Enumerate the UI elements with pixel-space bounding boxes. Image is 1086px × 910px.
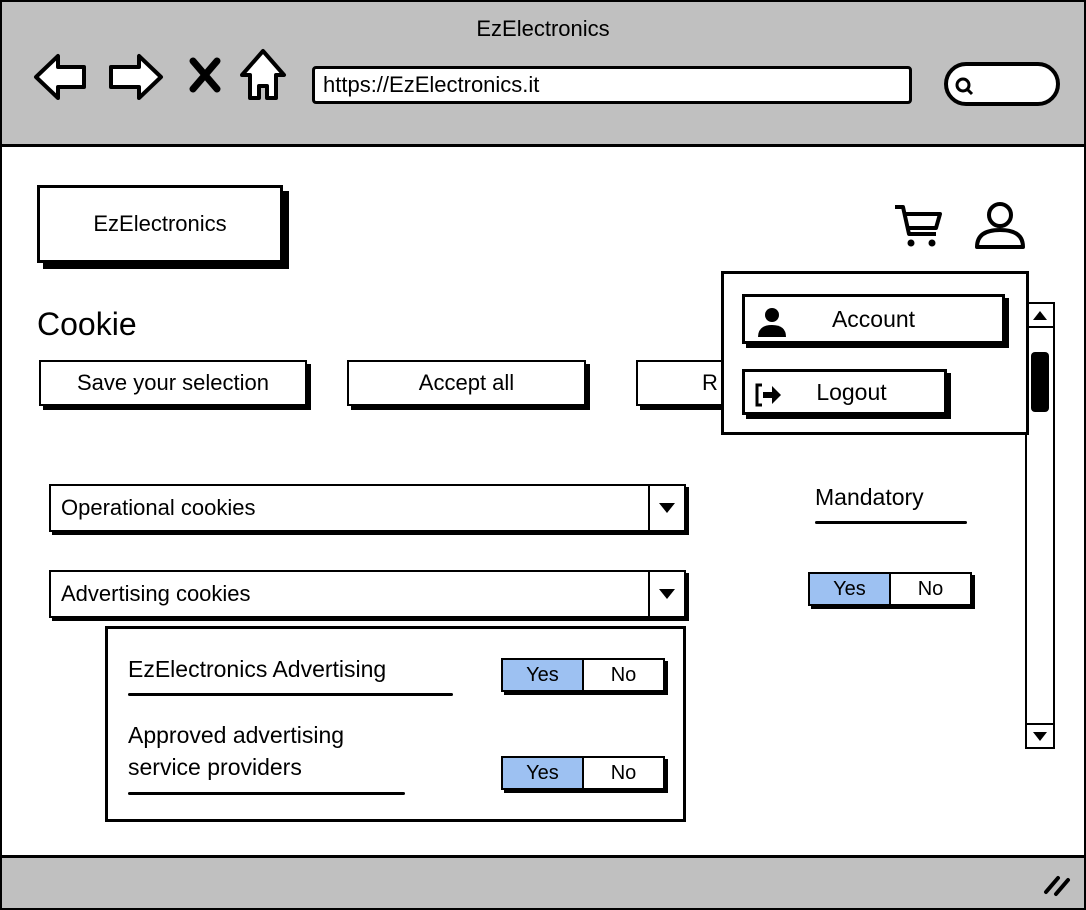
logo[interactable]: EzElectronics	[37, 185, 283, 263]
toggle-yes[interactable]: Yes	[503, 660, 584, 690]
window-title: EzElectronics	[476, 16, 610, 41]
approved-providers-label-line1: Approved advertising	[128, 722, 345, 748]
divider	[815, 521, 967, 524]
logout-menu-item[interactable]: Logout	[742, 369, 947, 415]
chevron-down-icon[interactable]	[648, 486, 684, 530]
back-arrow-icon[interactable]	[32, 52, 90, 102]
scrollbar-thumb[interactable]	[1031, 352, 1049, 412]
approved-providers-label-line2: service providers	[128, 754, 302, 780]
chevron-down-icon[interactable]	[648, 572, 684, 616]
operational-cookies-dropdown[interactable]: Operational cookies	[49, 484, 686, 532]
approved-providers-toggle[interactable]: Yes No	[501, 756, 665, 790]
advertising-cookies-dropdown[interactable]: Advertising cookies	[49, 570, 686, 618]
browser-toolbar: EzElectronics https://EzElectronics.it	[2, 2, 1084, 147]
ezelectronics-advertising-toggle[interactable]: Yes No	[501, 658, 665, 692]
forward-arrow-icon[interactable]	[107, 52, 165, 102]
logout-icon	[755, 383, 781, 407]
account-menu-item[interactable]: Account	[742, 294, 1005, 344]
search-field[interactable]	[944, 62, 1060, 106]
mandatory-toggle[interactable]: Yes No	[808, 572, 972, 606]
browser-window: EzElectronics https://EzElectronics.it E…	[0, 0, 1086, 910]
scroll-down-arrow-icon[interactable]	[1027, 723, 1053, 747]
toggle-no[interactable]: No	[584, 758, 663, 788]
toggle-yes[interactable]: Yes	[810, 574, 891, 604]
stop-icon[interactable]	[188, 57, 222, 93]
toggle-no[interactable]: No	[891, 574, 970, 604]
mandatory-label: Mandatory	[815, 484, 924, 510]
logout-label: Logout	[816, 378, 887, 405]
home-icon[interactable]	[238, 48, 288, 102]
page-title: Cookie	[37, 306, 137, 342]
toggle-yes[interactable]: Yes	[503, 758, 584, 788]
status-bar	[2, 855, 1084, 908]
ezelectronics-advertising-label: EzElectronics Advertising	[128, 656, 387, 682]
operational-cookies-label: Operational cookies	[61, 495, 256, 520]
account-label: Account	[831, 305, 916, 332]
accept-all-button[interactable]: Accept all	[347, 360, 586, 406]
toggle-no[interactable]: No	[584, 660, 663, 690]
cart-icon[interactable]	[892, 202, 944, 250]
scrollbar[interactable]	[1025, 302, 1055, 749]
divider	[128, 693, 453, 696]
user-icon[interactable]	[973, 200, 1027, 252]
divider	[128, 792, 405, 795]
save-selection-button[interactable]: Save your selection	[39, 360, 307, 406]
resize-grip-icon[interactable]	[1042, 872, 1074, 898]
user-icon	[758, 308, 786, 337]
search-icon	[955, 77, 974, 96]
advertising-cookies-label: Advertising cookies	[61, 581, 251, 606]
scroll-up-arrow-icon[interactable]	[1027, 304, 1053, 328]
url-field[interactable]: https://EzElectronics.it	[312, 66, 912, 104]
user-menu: Account Logout	[721, 271, 1029, 435]
